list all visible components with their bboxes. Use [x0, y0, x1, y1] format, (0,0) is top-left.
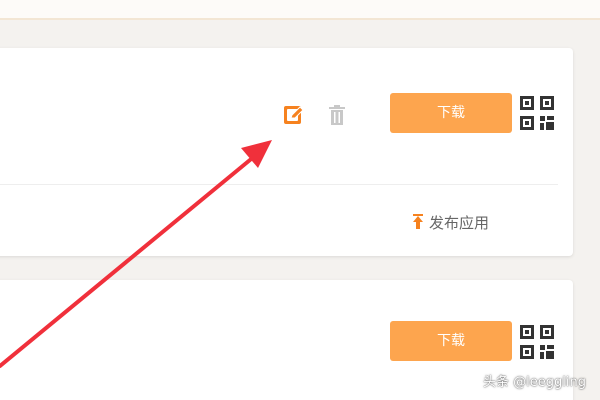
download-button[interactable]: 下载: [390, 321, 512, 361]
pin-icon: [412, 214, 424, 230]
card-divider: [0, 184, 558, 185]
qr-code-icon[interactable]: [519, 324, 555, 360]
edit-icon[interactable]: [282, 103, 306, 127]
publish-app-link[interactable]: 发布应用: [412, 210, 489, 234]
page: 下载 发布应用 下载 头条 @leeggling: [0, 0, 600, 400]
qr-code-icon[interactable]: [519, 95, 555, 131]
watermark: 头条 @leeggling: [483, 375, 586, 390]
trash-icon[interactable]: [326, 104, 348, 126]
download-button[interactable]: 下载: [390, 93, 512, 133]
top-band: [0, 0, 600, 20]
publish-app-label: 发布应用: [429, 213, 490, 232]
app-card: 下载: [0, 48, 573, 256]
